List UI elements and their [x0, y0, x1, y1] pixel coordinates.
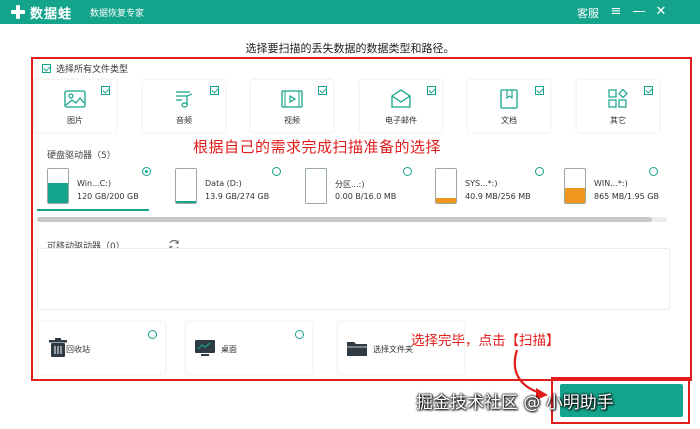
music-icon	[176, 91, 193, 108]
file-type-card-video[interactable]: 视频	[251, 80, 333, 132]
location-label: 回收站	[66, 345, 90, 354]
file-type-label: 图片	[67, 116, 83, 125]
annotation-text-top: 根据自己的需求完成扫描准备的选择	[193, 138, 442, 156]
other-icon	[608, 89, 628, 108]
drive-radio-selected[interactable]	[142, 167, 151, 176]
drive-name: WIN...*:)	[594, 179, 628, 188]
selected-drive-underline	[37, 209, 149, 211]
drive-name: Win...C:)	[77, 179, 112, 188]
document-icon	[500, 89, 518, 109]
minimize-icon[interactable]: —	[631, 4, 647, 20]
file-type-label: 其它	[610, 116, 626, 125]
drive-radio[interactable]	[272, 167, 281, 176]
email-icon	[391, 89, 411, 108]
hard-drive-icon	[175, 168, 197, 204]
drive-usage-fill	[436, 197, 456, 203]
checkbox-icon[interactable]	[318, 86, 327, 95]
video-icon	[281, 90, 303, 108]
drive-radio[interactable]	[403, 167, 412, 176]
file-type-label: 音频	[176, 116, 192, 125]
drive-name: SYS...*:)	[465, 179, 498, 188]
location-label: 选择文件夹	[373, 345, 413, 354]
folder-icon	[347, 342, 367, 356]
select-all-checkbox[interactable]: 选择所有文件类型	[42, 62, 128, 75]
checkbox-icon[interactable]	[644, 86, 653, 95]
file-type-card-image[interactable]: 图片	[34, 80, 116, 132]
drive-size: 0.00 B/16.0 MB	[335, 192, 397, 201]
checkbox-icon[interactable]	[427, 86, 436, 95]
scrollbar-thumb[interactable]	[37, 217, 652, 222]
drive-name: Data (D:)	[205, 179, 242, 188]
file-type-card-document[interactable]: 文档	[468, 80, 550, 132]
title-bar: 数据蛙 数据恢复专家 客服 ≡ — ✕	[0, 0, 700, 24]
checkbox-icon[interactable]	[210, 86, 219, 95]
hard-drive-icon	[564, 168, 586, 204]
drive-size: 120 GB/200 GB	[77, 192, 139, 201]
drive-usage-fill	[48, 182, 68, 203]
app-name: 数据蛙	[30, 6, 73, 22]
drive-usage-fill	[176, 201, 196, 203]
app-subtitle: 数据恢复专家	[90, 9, 145, 19]
checkbox-icon[interactable]	[42, 64, 51, 73]
location-label: 桌面	[221, 345, 237, 354]
file-type-card-email[interactable]: 电子邮件	[360, 80, 442, 132]
app-logo: 数据蛙	[10, 3, 73, 22]
customer-service-button[interactable]: 客服	[577, 5, 599, 21]
location-card-desktop[interactable]: 桌面	[186, 322, 312, 374]
checkbox-icon[interactable]	[101, 86, 110, 95]
menu-icon[interactable]: ≡	[608, 4, 624, 20]
close-icon[interactable]: ✕	[653, 4, 669, 20]
checkbox-icon[interactable]	[535, 86, 544, 95]
hard-drive-icon	[435, 168, 457, 204]
file-type-label: 视频	[284, 116, 300, 125]
annotation-text-bottom: 选择完毕，点击【扫描】	[411, 333, 560, 349]
removable-drive-list	[37, 248, 670, 310]
select-all-label: 选择所有文件类型	[56, 65, 129, 75]
hard-drive-icon	[305, 168, 327, 204]
file-type-label: 电子邮件	[385, 116, 417, 125]
hard-drive-icon	[47, 168, 69, 204]
watermark-text: 掘金技术社区 @ 小明助手	[416, 393, 614, 413]
location-radio[interactable]	[148, 330, 157, 339]
drive-radio[interactable]	[649, 167, 658, 176]
cross-logo-icon	[10, 4, 26, 20]
drive-size: 865 MB/1.95 GB	[594, 192, 659, 201]
drive-item[interactable]: WIN...*:) 865 MB/1.95 GB	[559, 168, 679, 208]
desktop-icon	[195, 340, 215, 356]
drive-name: 分区...:)	[335, 180, 365, 189]
location-radio[interactable]	[295, 330, 304, 339]
file-type-label: 文档	[501, 116, 517, 125]
location-card-recycle-bin[interactable]: 回收站	[39, 322, 165, 374]
drive-size: 13.9 GB/274 GB	[205, 192, 270, 201]
image-icon	[64, 90, 86, 108]
drive-scrollbar[interactable]	[37, 217, 667, 222]
drive-radio[interactable]	[535, 167, 544, 176]
file-type-card-audio[interactable]: 音频	[143, 80, 225, 132]
file-type-card-other[interactable]: 其它	[577, 80, 659, 132]
drive-usage-fill	[565, 188, 585, 203]
drive-item[interactable]: SYS...*:) 40.9 MB/256 MB	[430, 168, 550, 208]
instruction-text: 选择要扫描的丢失数据的数据类型和路径。	[245, 42, 455, 55]
drive-size: 40.9 MB/256 MB	[465, 192, 531, 201]
hard-drive-list: Win...C:) 120 GB/200 GB Data (D:) 13.9 G…	[37, 157, 667, 222]
drive-item[interactable]: 分区...:) 0.00 B/16.0 MB	[300, 168, 420, 208]
